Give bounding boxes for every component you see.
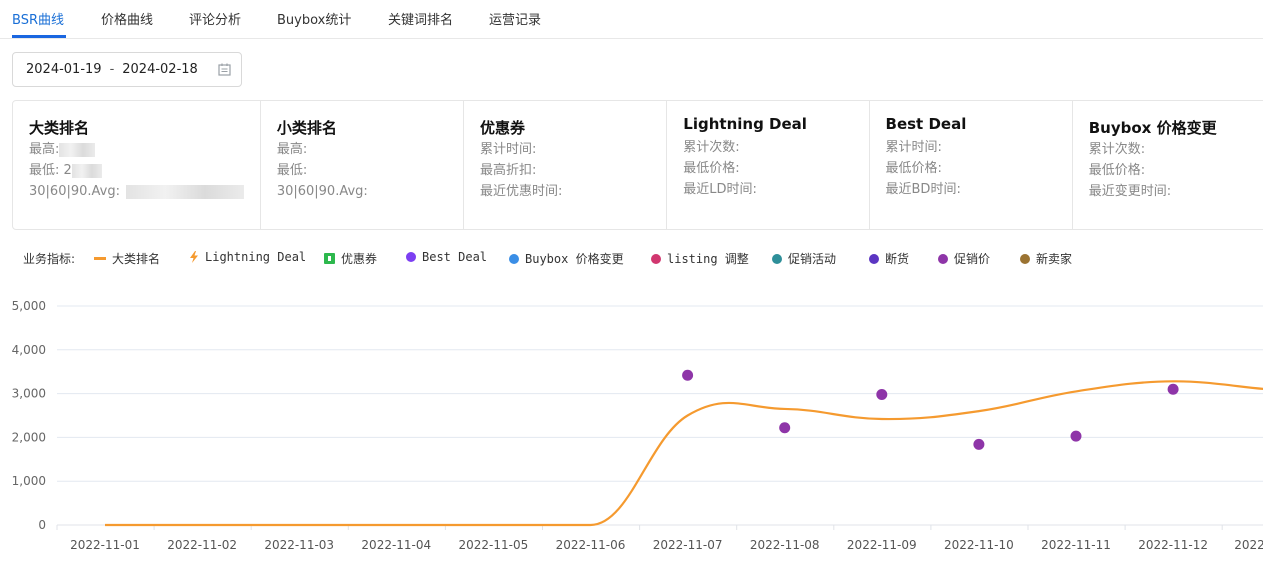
card-label: 最高: [276, 142, 308, 157]
x-tick-label: 2022-11-05 [459, 538, 529, 552]
promo-price-point [876, 388, 888, 400]
x-tick-label: 2022-11-11 [1041, 538, 1111, 552]
x-tick-label: 2022-11-01 [70, 538, 140, 552]
promo-price-point [1070, 430, 1082, 442]
card-title: 小类排名 [276, 119, 337, 137]
legend-item-out-of-stock[interactable]: 断货 [869, 250, 909, 267]
chart-series [105, 369, 1263, 527]
card-buybox-price-change: Buybox 价格变更 累计次数: 最低价格: 最近变更时间: [1073, 101, 1263, 229]
card-title: Lightning Deal [683, 115, 807, 133]
masked-value [59, 142, 96, 157]
card-label: 累计时间: [885, 140, 942, 155]
y-tick-label: 2,000 [12, 430, 46, 444]
legend-item-promotion[interactable]: 促销活动 [772, 250, 836, 267]
date-end[interactable]: 2024-02-18 [122, 62, 198, 77]
x-tick-label: 2022-11-02 [167, 538, 237, 552]
card-title: 优惠券 [480, 119, 526, 137]
legend-item-best-deal[interactable]: Best Deal [406, 250, 487, 264]
card-label: 最低价格: [885, 161, 942, 176]
dot-icon [651, 253, 661, 264]
tab-review-analysis[interactable]: 评论分析 [189, 9, 241, 28]
card-label: 最近BD时间: [885, 182, 961, 197]
tab-price-curve[interactable]: 价格曲线 [101, 9, 153, 28]
dot-icon [1020, 253, 1030, 264]
card-title: 大类排名 [29, 119, 90, 137]
masked-value [71, 163, 102, 178]
date-separator: - [109, 62, 115, 77]
legend-item-listing-adjust[interactable]: listing 调整 [651, 250, 749, 267]
x-tick-label: 2022-11-10 [944, 538, 1014, 552]
y-tick-label: 4,000 [12, 343, 46, 357]
promo-price-point [1167, 383, 1179, 395]
legend-item-promo-price[interactable]: 促销价 [938, 250, 990, 267]
x-tick-label: 2022-11-03 [264, 538, 334, 552]
y-axis: 0 1,000 2,000 3,000 4,000 5,000 [12, 299, 46, 532]
y-tick-label: 1,000 [12, 474, 46, 488]
tab-bsr-curve[interactable]: BSR曲线 [12, 9, 64, 28]
card-main-category-rank: 大类排名 最高: 最低: 2 30|60|90.Avg: [13, 101, 261, 229]
tab-buybox-stats[interactable]: Buybox统计 [277, 9, 351, 28]
chart-grid [57, 305, 1263, 526]
dot-icon [869, 253, 879, 264]
card-label: 最高折扣: [480, 163, 537, 178]
legend-title: 业务指标: [23, 252, 76, 266]
dot-icon [509, 253, 519, 264]
card-best-deal: Best Deal 累计时间: 最低价格: 最近BD时间: [870, 101, 1073, 229]
card-label: 最低价格: [1088, 163, 1146, 178]
legend-item-coupon[interactable]: 优惠券 [324, 250, 377, 267]
legend-item-main-rank[interactable]: 大类排名 [94, 250, 160, 267]
dot-icon [772, 253, 782, 264]
coupon-icon [324, 253, 335, 264]
line-icon [94, 257, 106, 260]
y-tick-label: 5,000 [12, 299, 46, 313]
card-label: 最近LD时间: [683, 182, 757, 197]
legend-item-new-seller[interactable]: 新卖家 [1020, 250, 1072, 267]
legend-item-lightning-deal[interactable]: Lightning Deal [189, 250, 306, 264]
promo-price-point [779, 422, 791, 434]
legend-item-buybox-price-change[interactable]: Buybox 价格变更 [509, 250, 624, 267]
active-tab-indicator [12, 35, 66, 38]
y-tick-label: 3,000 [12, 387, 46, 401]
card-title: Buybox 价格变更 [1088, 119, 1217, 137]
x-tick-label: 2022-11-09 [847, 538, 917, 552]
card-label: 最低: [276, 163, 308, 178]
x-tick-label: 2022-11-08 [750, 538, 820, 552]
x-axis: 2022-11-01 2022-11-02 2022-11-03 2022-11-04… [56, 525, 1263, 552]
card-title: Best Deal [885, 115, 967, 133]
card-label: 最低价格: [683, 161, 740, 176]
x-tick-label: 2022-11-06 [556, 538, 626, 552]
summary-cards: 大类排名 最高: 最低: 2 30|60|90.Avg: 小类排名 最高: 最低… [12, 100, 1263, 230]
lightning-icon [190, 251, 198, 263]
x-tick-label: 2022-11-04 [361, 538, 431, 552]
card-sub-category-rank: 小类排名 最高: 最低: 30|60|90.Avg: [261, 101, 465, 229]
promo-price-point [682, 369, 694, 381]
bsr-chart[interactable]: 01,0002,0003,0004,0005,000 2022-11-01 202… [0, 290, 1263, 562]
card-label: 最高: [29, 142, 60, 157]
card-label: 30|60|90.Avg: [29, 184, 120, 199]
x-tick-label: 2022-11-12 [1138, 538, 1208, 552]
tab-bar: BSR曲线 价格曲线 评论分析 Buybox统计 关键词排名 运营记录 [0, 0, 1263, 39]
card-label: 30|60|90.Avg: [276, 184, 368, 199]
card-coupon: 优惠券 累计时间: 最高折扣: 最近优惠时间: [464, 101, 668, 229]
card-label: 累计时间: [480, 142, 537, 157]
x-tick-label: 2022- [1234, 538, 1263, 552]
card-label: 最近变更时间: [1088, 184, 1172, 199]
card-lightning-deal: Lightning Deal 累计次数: 最低价格: 最近LD时间: [667, 101, 870, 229]
card-label: 累计次数: [683, 140, 740, 155]
date-range-picker[interactable]: 2024-01-19 - 2024-02-18 [12, 52, 242, 87]
tab-operation-log[interactable]: 运营记录 [489, 9, 541, 28]
card-label: 最近优惠时间: [480, 184, 563, 199]
date-start[interactable]: 2024-01-19 [26, 62, 102, 77]
series-line-main-rank [105, 380, 1263, 527]
x-tick-label: 2022-11-07 [653, 538, 723, 552]
card-label: 累计次数: [1088, 142, 1146, 157]
masked-value [125, 184, 244, 199]
promo-price-point [973, 438, 985, 450]
tab-keyword-rank[interactable]: 关键词排名 [388, 9, 453, 28]
card-label: 最低: 2 [29, 163, 72, 178]
y-tick-label: 0 [38, 518, 46, 532]
dot-icon [938, 253, 948, 264]
dot-icon [406, 252, 416, 262]
calendar-icon[interactable] [218, 63, 231, 76]
